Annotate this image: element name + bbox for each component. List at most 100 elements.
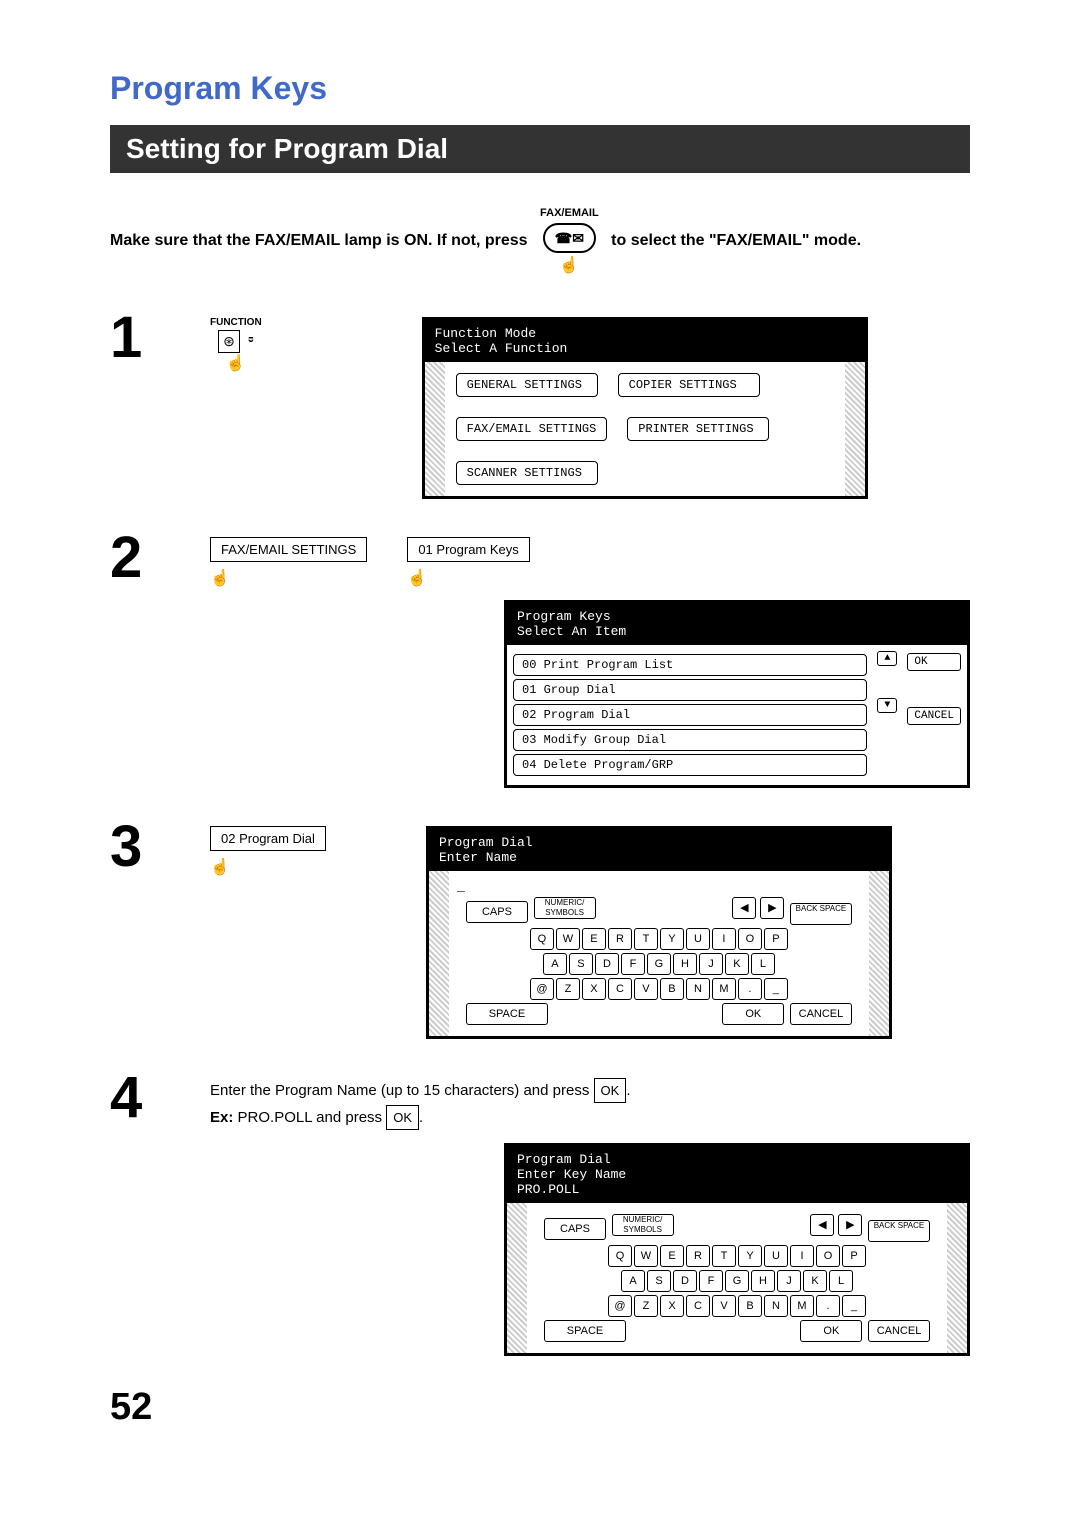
backspace-key[interactable]: BACK SPACE [790,903,852,925]
key-g[interactable]: G [725,1270,749,1292]
key-x[interactable]: X [582,978,606,1000]
key-o[interactable]: O [816,1245,840,1267]
key-.[interactable]: . [738,978,762,1000]
ok-inline: OK [386,1105,419,1130]
space-key[interactable]: SPACE [544,1320,626,1342]
key-s[interactable]: S [647,1270,671,1292]
right-arrow-key[interactable]: ▶ [760,897,784,919]
item-00[interactable]: 00 Print Program List [513,654,867,676]
key-j[interactable]: J [777,1270,801,1292]
hatch-left [429,871,449,1036]
key-f[interactable]: F [621,953,645,975]
key-_[interactable]: _ [842,1295,866,1317]
key-p[interactable]: P [842,1245,866,1267]
screen-program-dial-keyname: Program Dial Enter Key Name PRO.POLL CAP… [504,1143,970,1356]
key-c[interactable]: C [686,1295,710,1317]
item-03[interactable]: 03 Modify Group Dial [513,729,867,751]
key-a[interactable]: A [621,1270,645,1292]
key-l[interactable]: L [829,1270,853,1292]
item-01[interactable]: 01 Group Dial [513,679,867,701]
function-label: FUNCTION [210,317,262,328]
cancel-key[interactable]: CANCEL [868,1320,930,1342]
screen-title: Program Dial [517,1152,957,1167]
key-j[interactable]: J [699,953,723,975]
btn-01-program-keys[interactable]: 01 Program Keys [407,537,529,562]
key-k[interactable]: K [725,953,749,975]
btn-general-settings[interactable]: GENERAL SETTINGS [456,373,598,397]
key-n[interactable]: N [764,1295,788,1317]
step4-instruction: Enter the Program Name (up to 15 charact… [210,1077,970,1131]
key-z[interactable]: Z [556,978,580,1000]
btn-printer-settings[interactable]: PRINTER SETTINGS [627,417,769,441]
btn-copier-settings[interactable]: COPIER SETTINGS [618,373,760,397]
key-m[interactable]: M [790,1295,814,1317]
key-@[interactable]: @ [608,1295,632,1317]
key-p[interactable]: P [764,928,788,950]
key-i[interactable]: I [712,928,736,950]
ok-key[interactable]: OK [800,1320,862,1342]
left-arrow-key[interactable]: ◀ [732,897,756,919]
key-v[interactable]: V [712,1295,736,1317]
btn-scanner-settings[interactable]: SCANNER SETTINGS [456,461,598,485]
key-i[interactable]: I [790,1245,814,1267]
key-t[interactable]: T [634,928,658,950]
key-y[interactable]: Y [660,928,684,950]
right-arrow-key[interactable]: ▶ [838,1214,862,1236]
key-s[interactable]: S [569,953,593,975]
ok-key[interactable]: OK [722,1003,784,1025]
up-arrow-icon[interactable]: ▲ [877,651,897,666]
key-w[interactable]: W [556,928,580,950]
key-d[interactable]: D [673,1270,697,1292]
key-o[interactable]: O [738,928,762,950]
key-k[interactable]: K [803,1270,827,1292]
key-f[interactable]: F [699,1270,723,1292]
space-key[interactable]: SPACE [466,1003,548,1025]
intro-text: Make sure that the FAX/EMAIL lamp is ON.… [110,203,970,279]
key-r[interactable]: R [608,928,632,950]
key-g[interactable]: G [647,953,671,975]
key-c[interactable]: C [608,978,632,1000]
key-b[interactable]: B [738,1295,762,1317]
key-a[interactable]: A [543,953,567,975]
btn-02-program-dial[interactable]: 02 Program Dial [210,826,326,851]
btn-fax-email-settings[interactable]: FAX/EMAIL SETTINGS [210,537,367,562]
left-arrow-key[interactable]: ◀ [810,1214,834,1236]
btn-fax-email-settings[interactable]: FAX/EMAIL SETTINGS [456,417,608,441]
key-q[interactable]: Q [530,928,554,950]
backspace-key[interactable]: BACK SPACE [868,1220,930,1242]
key-h[interactable]: H [673,953,697,975]
key-m[interactable]: M [712,978,736,1000]
key-.[interactable]: . [816,1295,840,1317]
ok-button[interactable]: OK [907,653,961,671]
key-t[interactable]: T [712,1245,736,1267]
item-02[interactable]: 02 Program Dial [513,704,867,726]
caps-key[interactable]: CAPS [466,901,528,923]
key-y[interactable]: Y [738,1245,762,1267]
key-x[interactable]: X [660,1295,684,1317]
key-r[interactable]: R [686,1245,710,1267]
cancel-button[interactable]: CANCEL [907,707,961,725]
key-b[interactable]: B [660,978,684,1000]
key-v[interactable]: V [634,978,658,1000]
key-h[interactable]: H [751,1270,775,1292]
key-_[interactable]: _ [764,978,788,1000]
key-q[interactable]: Q [608,1245,632,1267]
key-z[interactable]: Z [634,1295,658,1317]
hatch-left [425,362,445,496]
key-n[interactable]: N [686,978,710,1000]
key-@[interactable]: @ [530,978,554,1000]
key-e[interactable]: E [660,1245,684,1267]
numeric-symbols-key[interactable]: NUMERIC/ SYMBOLS [612,1214,674,1236]
key-e[interactable]: E [582,928,606,950]
key-u[interactable]: U [686,928,710,950]
key-u[interactable]: U [764,1245,788,1267]
cancel-key[interactable]: CANCEL [790,1003,852,1025]
numeric-symbols-key[interactable]: NUMERIC/ SYMBOLS [534,897,596,919]
key-l[interactable]: L [751,953,775,975]
ex-text: PRO.POLL and press [238,1109,387,1126]
down-arrow-icon[interactable]: ▼ [877,698,897,713]
key-w[interactable]: W [634,1245,658,1267]
item-04[interactable]: 04 Delete Program/GRP [513,754,867,776]
caps-key[interactable]: CAPS [544,1218,606,1240]
key-d[interactable]: D [595,953,619,975]
